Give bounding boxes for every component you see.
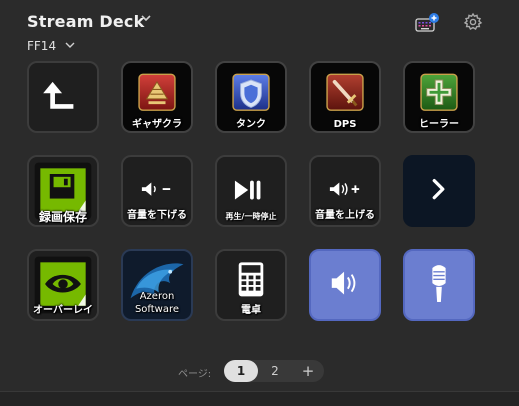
key-label-line2: Software (134, 304, 180, 315)
key-gatherer[interactable]: ギャザクラ (121, 61, 193, 133)
pager-label: ページ: (178, 369, 212, 380)
key-dps[interactable]: DPS (309, 61, 381, 133)
page-1-button[interactable]: 1 (224, 360, 258, 382)
bottom-bar (0, 391, 519, 406)
chevron-right-icon (432, 178, 445, 200)
key-label: 再生/一時停止 (225, 212, 277, 221)
keyboard-plus-icon[interactable] (415, 13, 439, 33)
key-tank[interactable]: タンク (215, 61, 287, 133)
key-label: 録画保存 (38, 210, 87, 224)
key-back[interactable] (27, 61, 99, 133)
key-label: 音量を下げる (127, 210, 187, 221)
key-azeron[interactable]: Azeron Software (121, 249, 193, 321)
chevron-down-icon[interactable] (65, 41, 75, 49)
page-2-button[interactable]: 2 (258, 360, 292, 382)
key-play-pause[interactable]: 再生/一時停止 (215, 155, 287, 227)
key-label: ヒーラー (419, 119, 459, 130)
speaker-icon (331, 271, 356, 295)
key-overlay[interactable]: オーバーレイ (27, 249, 99, 321)
key-volume-up[interactable]: 音量を上げる (309, 155, 381, 227)
microphone-icon (432, 265, 446, 302)
key-label: 電卓 (241, 305, 261, 316)
key-label: 音量を上げる (315, 210, 375, 221)
pager-pill: 1 2 + (224, 360, 324, 382)
key-record-save[interactable]: 録画保存 (27, 155, 99, 227)
key-next[interactable] (403, 155, 475, 227)
add-page-button[interactable]: + (292, 360, 324, 382)
key-volume[interactable] (309, 249, 381, 321)
key-volume-down[interactable]: 音量を下げる (121, 155, 193, 227)
profile-selector[interactable]: FF14 (27, 39, 56, 53)
key-label: オーバーレイ (33, 305, 93, 316)
key-calculator[interactable]: 電卓 (215, 249, 287, 321)
key-label-line1: Azeron (139, 291, 175, 302)
back-arrow-icon (43, 81, 74, 109)
key-label: DPS (333, 119, 357, 130)
gear-icon[interactable] (463, 12, 483, 32)
key-microphone[interactable] (403, 249, 475, 321)
chevron-down-icon[interactable] (141, 14, 151, 22)
app-title[interactable]: Stream Deck (27, 12, 144, 31)
key-healer[interactable]: ヒーラー (403, 61, 475, 133)
key-label: タンク (236, 119, 266, 130)
header: Stream Deck FF14 (0, 0, 519, 60)
key-label: ギャザクラ (132, 119, 182, 130)
